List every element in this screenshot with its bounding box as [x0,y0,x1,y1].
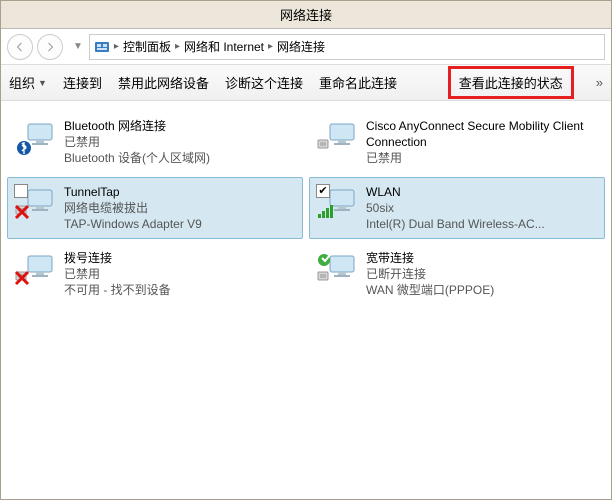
connection-item[interactable]: 拨号连接已禁用不可用 - 找不到设备 [7,243,303,305]
connections-area: Bluetooth 网络连接已禁用Bluetooth 设备(个人区域网)Cisc… [1,101,611,315]
connection-text: WLAN50sixIntel(R) Dual Band Wireless-AC.… [366,184,545,232]
lan-disconnected-icon [14,184,58,224]
chevron-right-icon: ▸ [175,41,180,52]
connection-status: 已禁用 [64,266,171,282]
connection-status: 已断开连接 [366,266,494,282]
connection-status: 50six [366,200,545,216]
connection-name: TunnelTap [64,184,202,200]
connection-status: 已禁用 [366,150,598,166]
connection-item[interactable]: Cisco AnyConnect Secure Mobility Client … [309,111,605,173]
organize-label: 组织 [9,73,35,92]
breadcrumb-box[interactable]: ▸ 控制面板 ▸ 网络和 Internet ▸ 网络连接 [89,34,605,60]
connection-item[interactable]: Bluetooth 网络连接已禁用Bluetooth 设备(个人区域网) [7,111,303,173]
organize-menu[interactable]: 组织 ▼ [9,73,47,92]
connection-name: WLAN [366,184,545,200]
connection-text: Cisco AnyConnect Secure Mobility Client … [366,118,598,166]
connect-to-button[interactable]: 连接到 [63,73,102,92]
vpn-icon [316,118,360,158]
wifi-icon: ✔ [316,184,360,224]
forward-button[interactable] [37,34,63,60]
breadcrumb-2[interactable]: 网络连接 [277,38,325,55]
connection-text: TunnelTap网络电缆被拔出TAP-Windows Adapter V9 [64,184,202,232]
control-panel-icon [94,39,110,55]
caret-down-icon: ▼ [38,78,47,88]
toolbar: 组织 ▼ 连接到 禁用此网络设备 诊断这个连接 重命名此连接 查看此连接的状态 … [1,65,611,101]
connection-item[interactable]: ✔ WLAN50sixIntel(R) Dual Band Wireless-AC… [309,177,605,239]
connection-text: 宽带连接已断开连接WAN 微型端口(PPPOE) [366,250,494,298]
connection-device: Bluetooth 设备(个人区域网) [64,150,210,166]
more-commands-icon[interactable]: » [596,75,603,90]
connection-name: 拨号连接 [64,250,171,266]
title-bar: 网络连接 [1,1,611,29]
dialup-disconnected-icon [14,250,58,290]
view-status-button[interactable]: 查看此连接的状态 [448,66,574,99]
breadcrumb-1[interactable]: 网络和 Internet [184,38,264,55]
connection-device: TAP-Windows Adapter V9 [64,216,202,232]
diagnose-button[interactable]: 诊断这个连接 [225,73,303,92]
bluetooth-icon [14,118,58,158]
connection-text: 拨号连接已禁用不可用 - 找不到设备 [64,250,171,298]
connection-item[interactable]: 宽带连接已断开连接WAN 微型端口(PPPOE) [309,243,605,305]
connection-name: Cisco AnyConnect Secure Mobility Client … [366,118,598,150]
breadcrumb-0[interactable]: 控制面板 [123,38,171,55]
connection-status: 网络电缆被拔出 [64,200,202,216]
back-button[interactable] [7,34,33,60]
connection-status: 已禁用 [64,134,210,150]
connection-device: Intel(R) Dual Band Wireless-AC... [366,216,545,232]
disable-device-button[interactable]: 禁用此网络设备 [118,73,209,92]
window-title: 网络连接 [280,5,332,24]
chevron-right-icon: ▸ [114,41,119,52]
broadband-icon [316,250,360,290]
connection-name: 宽带连接 [366,250,494,266]
rename-button[interactable]: 重命名此连接 [319,73,397,92]
connection-item[interactable]: TunnelTap网络电缆被拔出TAP-Windows Adapter V9 [7,177,303,239]
chevron-right-icon: ▸ [268,41,273,52]
connection-device: 不可用 - 找不到设备 [64,282,171,298]
address-bar: ▼ ▸ 控制面板 ▸ 网络和 Internet ▸ 网络连接 [1,29,611,65]
history-dropdown-icon[interactable]: ▼ [73,41,83,52]
connection-name: Bluetooth 网络连接 [64,118,210,134]
connection-checkbox[interactable]: ✔ [316,184,330,198]
connection-checkbox[interactable] [14,184,28,198]
connection-text: Bluetooth 网络连接已禁用Bluetooth 设备(个人区域网) [64,118,210,166]
connection-device: WAN 微型端口(PPPOE) [366,282,494,298]
